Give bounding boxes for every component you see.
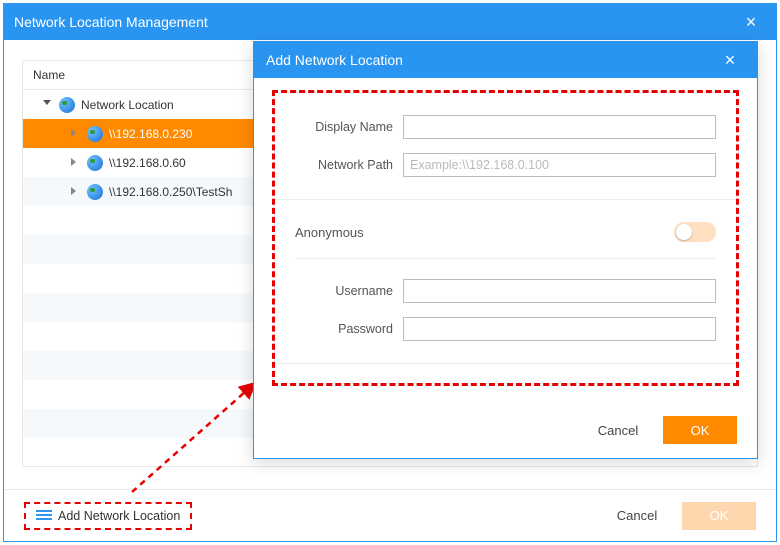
ok-button[interactable]: OK [682,502,756,530]
cancel-button[interactable]: Cancel [600,502,674,530]
globe-icon [87,126,103,142]
username-input[interactable] [403,279,716,303]
main-title: Network Location Management [14,14,736,30]
globe-icon [87,155,103,171]
chevron-right-icon[interactable] [71,187,81,197]
dialog-title: Add Network Location [266,52,715,68]
display-name-input[interactable] [403,115,716,139]
anonymous-label: Anonymous [295,225,364,240]
anonymous-toggle[interactable] [674,222,716,242]
add-network-location-button[interactable]: Add Network Location [24,502,192,530]
chevron-right-icon[interactable] [71,158,81,168]
close-icon[interactable]: × [715,50,745,71]
username-label: Username [295,284,403,298]
network-path-label: Network Path [295,158,403,172]
form-section-auth: Anonymous Username Password [274,200,737,364]
chevron-down-icon[interactable] [43,100,53,110]
close-icon[interactable]: × [736,12,766,33]
globe-icon [59,97,75,113]
main-titlebar: Network Location Management × [4,4,776,40]
list-icon [36,510,52,522]
add-network-location-label: Add Network Location [58,509,180,523]
tree-item-label: \\192.168.0.230 [109,127,192,141]
tree-item-label: \\192.168.0.250\TestSh [109,185,232,199]
form-section-path: Display Name Network Path [274,92,737,200]
ok-button[interactable]: OK [663,416,737,444]
tree-root-label: Network Location [81,98,174,112]
dialog-footer: Cancel OK [573,416,737,444]
password-label: Password [295,322,403,336]
globe-icon [87,184,103,200]
display-name-label: Display Name [295,120,403,134]
password-input[interactable] [403,317,716,341]
dialog-titlebar: Add Network Location × [254,42,757,78]
network-path-input[interactable] [403,153,716,177]
add-location-dialog: Add Network Location × Display Name Netw… [253,41,758,459]
tree-item-label: \\192.168.0.60 [109,156,186,170]
cancel-button[interactable]: Cancel [581,416,655,444]
main-footer: Add Network Location Cancel OK [4,489,776,541]
chevron-right-icon[interactable] [71,129,81,139]
